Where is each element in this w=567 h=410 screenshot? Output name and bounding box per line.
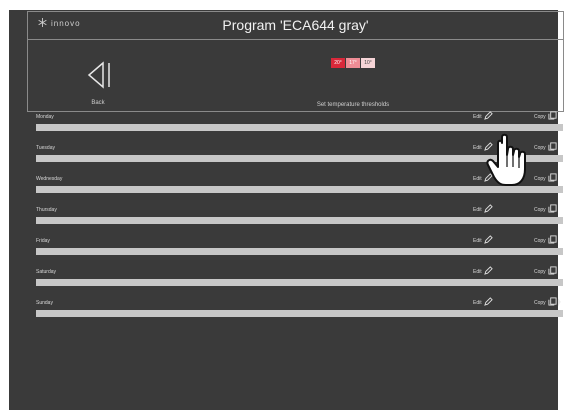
copy-label: Copy bbox=[534, 206, 546, 213]
edit-label: Edit bbox=[473, 268, 482, 275]
copy-label: Copy bbox=[534, 175, 546, 182]
header-bar: innovo Program 'ECA644 gray' bbox=[27, 11, 564, 40]
day-name: Wednesday bbox=[36, 176, 63, 182]
copy-button[interactable]: Copy bbox=[534, 235, 557, 246]
back-label: Back bbox=[91, 100, 105, 106]
hand-pointer-icon bbox=[484, 133, 532, 189]
edit-label: Edit bbox=[473, 144, 482, 151]
copy-button[interactable]: Copy bbox=[534, 297, 557, 308]
copy-label: Copy bbox=[534, 268, 546, 275]
threshold-chip: 17° bbox=[346, 58, 360, 68]
back-arrow-icon bbox=[86, 60, 112, 95]
copy-button[interactable]: Copy bbox=[534, 142, 557, 153]
copy-label: Copy bbox=[534, 144, 546, 151]
copy-icon bbox=[548, 142, 557, 153]
copy-label: Copy bbox=[534, 113, 546, 120]
day-schedule-bar[interactable] bbox=[36, 124, 563, 131]
copy-button[interactable]: Copy bbox=[534, 173, 557, 184]
day-schedule-bar[interactable] bbox=[36, 279, 563, 286]
pencil-icon bbox=[483, 297, 493, 308]
day-name: Thursday bbox=[36, 207, 57, 213]
edit-button[interactable]: Edit bbox=[473, 266, 493, 277]
page-title: Program 'ECA644 gray' bbox=[222, 17, 369, 33]
copy-icon bbox=[548, 297, 557, 308]
copy-icon bbox=[548, 235, 557, 246]
day-schedule-bar[interactable] bbox=[36, 310, 563, 317]
day-row-sunday: Sunday Edit Copy bbox=[27, 297, 564, 327]
day-name: Tuesday bbox=[36, 145, 55, 151]
copy-icon bbox=[548, 111, 557, 122]
copy-button[interactable]: Copy bbox=[534, 204, 557, 215]
copy-button[interactable]: Copy bbox=[534, 111, 557, 122]
day-name: Friday bbox=[36, 238, 50, 244]
edit-button[interactable]: Edit bbox=[473, 111, 493, 122]
edit-label: Edit bbox=[473, 113, 482, 120]
thresholds-label: Set temperature thresholds bbox=[316, 102, 390, 108]
day-schedule-bar[interactable] bbox=[36, 248, 563, 255]
copy-label: Copy bbox=[534, 299, 546, 306]
day-row-friday: Friday Edit Copy bbox=[27, 235, 564, 265]
copy-icon bbox=[548, 266, 557, 277]
copy-button[interactable]: Copy bbox=[534, 266, 557, 277]
edit-label: Edit bbox=[473, 175, 482, 182]
edit-label: Edit bbox=[473, 206, 482, 213]
day-name: Monday bbox=[36, 114, 54, 120]
edit-button[interactable]: Edit bbox=[473, 297, 493, 308]
day-name: Sunday bbox=[36, 300, 53, 306]
copy-label: Copy bbox=[534, 237, 546, 244]
copy-icon bbox=[548, 204, 557, 215]
day-schedule-bar[interactable] bbox=[36, 217, 563, 224]
pencil-icon bbox=[483, 266, 493, 277]
pencil-icon bbox=[483, 204, 493, 215]
threshold-chip: 10° bbox=[361, 58, 375, 68]
threshold-chip: 20° bbox=[331, 58, 345, 68]
pencil-icon bbox=[483, 235, 493, 246]
set-temperature-thresholds-button[interactable]: 20° 17° 10° Set temperature thresholds bbox=[298, 58, 408, 108]
edit-button[interactable]: Edit bbox=[473, 235, 493, 246]
pencil-icon bbox=[483, 111, 493, 122]
day-name: Saturday bbox=[36, 269, 57, 275]
edit-label: Edit bbox=[473, 237, 482, 244]
back-button[interactable]: Back bbox=[58, 48, 138, 108]
day-row-thursday: Thursday Edit Copy bbox=[27, 204, 564, 234]
program-toolbar: Back 20° 17° 10° Set temperature thresho… bbox=[27, 40, 564, 112]
edit-button[interactable]: Edit bbox=[473, 204, 493, 215]
edit-label: Edit bbox=[473, 299, 482, 306]
copy-icon bbox=[548, 173, 557, 184]
day-row-saturday: Saturday Edit Copy bbox=[27, 266, 564, 296]
app-screen: innovo Program 'ECA644 gray' Back 20° 17… bbox=[9, 10, 564, 410]
